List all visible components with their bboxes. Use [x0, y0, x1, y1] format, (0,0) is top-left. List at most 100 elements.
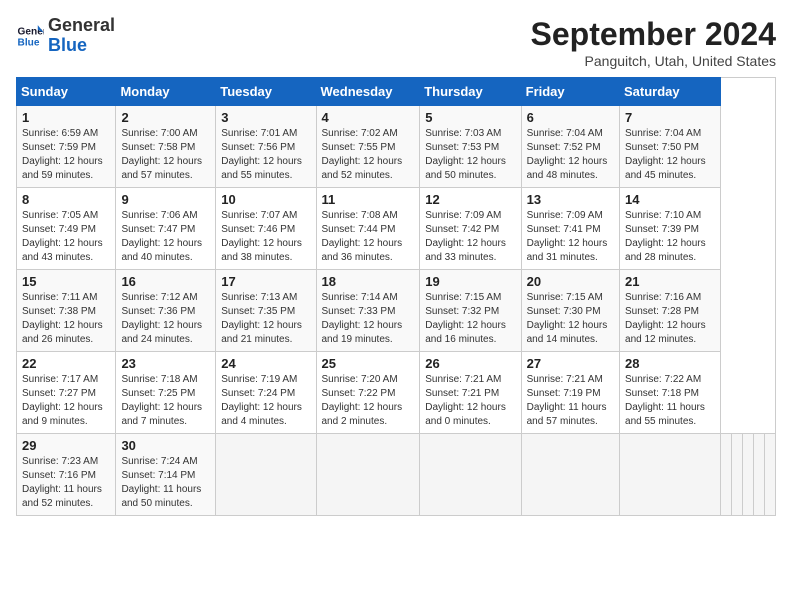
calendar-week-1: 1 Sunrise: 6:59 AM Sunset: 7:59 PM Dayli… [17, 106, 776, 188]
day-number: 28 [625, 356, 715, 371]
day-number: 10 [221, 192, 310, 207]
logo-icon: General Blue [16, 22, 44, 50]
day-info: Sunrise: 7:21 AM Sunset: 7:19 PM Dayligh… [527, 373, 614, 429]
day-info: Sunrise: 7:21 AM Sunset: 7:21 PM Dayligh… [425, 373, 515, 429]
day-number: 9 [121, 192, 210, 207]
table-row: 30 Sunrise: 7:24 AM Sunset: 7:14 PM Dayl… [116, 434, 216, 516]
day-info: Sunrise: 7:09 AM Sunset: 7:42 PM Dayligh… [425, 209, 515, 265]
day-number: 4 [322, 110, 415, 125]
table-row: 20 Sunrise: 7:15 AM Sunset: 7:30 PM Dayl… [521, 270, 619, 352]
table-row: 23 Sunrise: 7:18 AM Sunset: 7:25 PM Dayl… [116, 352, 216, 434]
empty-cell [742, 434, 753, 516]
header: General Blue General Blue September 2024… [16, 16, 776, 69]
table-row: 15 Sunrise: 7:11 AM Sunset: 7:38 PM Dayl… [17, 270, 116, 352]
table-row: 13 Sunrise: 7:09 AM Sunset: 7:41 PM Dayl… [521, 188, 619, 270]
table-row: 18 Sunrise: 7:14 AM Sunset: 7:33 PM Dayl… [316, 270, 420, 352]
title-area: September 2024 Panguitch, Utah, United S… [531, 16, 776, 69]
day-info: Sunrise: 7:15 AM Sunset: 7:30 PM Dayligh… [527, 291, 614, 347]
day-info: Sunrise: 7:05 AM Sunset: 7:49 PM Dayligh… [22, 209, 110, 265]
day-info: Sunrise: 7:17 AM Sunset: 7:27 PM Dayligh… [22, 373, 110, 429]
svg-text:Blue: Blue [18, 37, 40, 48]
day-number: 18 [322, 274, 415, 289]
empty-cell [720, 434, 731, 516]
day-info: Sunrise: 7:13 AM Sunset: 7:35 PM Dayligh… [221, 291, 310, 347]
calendar-week-3: 15 Sunrise: 7:11 AM Sunset: 7:38 PM Dayl… [17, 270, 776, 352]
table-row: 4 Sunrise: 7:02 AM Sunset: 7:55 PM Dayli… [316, 106, 420, 188]
table-row: 6 Sunrise: 7:04 AM Sunset: 7:52 PM Dayli… [521, 106, 619, 188]
table-row: 8 Sunrise: 7:05 AM Sunset: 7:49 PM Dayli… [17, 188, 116, 270]
weekday-header-row: Sunday Monday Tuesday Wednesday Thursday… [17, 78, 776, 106]
table-row: 16 Sunrise: 7:12 AM Sunset: 7:36 PM Dayl… [116, 270, 216, 352]
calendar-week-2: 8 Sunrise: 7:05 AM Sunset: 7:49 PM Dayli… [17, 188, 776, 270]
day-number: 27 [527, 356, 614, 371]
day-info: Sunrise: 7:02 AM Sunset: 7:55 PM Dayligh… [322, 127, 415, 183]
day-number: 29 [22, 438, 110, 453]
header-friday: Friday [521, 78, 619, 106]
day-number: 30 [121, 438, 210, 453]
day-info: Sunrise: 7:15 AM Sunset: 7:32 PM Dayligh… [425, 291, 515, 347]
empty-cell [731, 434, 742, 516]
calendar-title: September 2024 [531, 16, 776, 53]
header-saturday: Saturday [620, 78, 721, 106]
day-info: Sunrise: 7:03 AM Sunset: 7:53 PM Dayligh… [425, 127, 515, 183]
table-row: 21 Sunrise: 7:16 AM Sunset: 7:28 PM Dayl… [620, 270, 721, 352]
table-row: 25 Sunrise: 7:20 AM Sunset: 7:22 PM Dayl… [316, 352, 420, 434]
day-info: Sunrise: 7:22 AM Sunset: 7:18 PM Dayligh… [625, 373, 715, 429]
empty-cell [753, 434, 764, 516]
day-info: Sunrise: 7:18 AM Sunset: 7:25 PM Dayligh… [121, 373, 210, 429]
day-number: 21 [625, 274, 715, 289]
table-row: 14 Sunrise: 7:10 AM Sunset: 7:39 PM Dayl… [620, 188, 721, 270]
day-number: 5 [425, 110, 515, 125]
day-info: Sunrise: 7:09 AM Sunset: 7:41 PM Dayligh… [527, 209, 614, 265]
day-number: 6 [527, 110, 614, 125]
calendar-week-4: 22 Sunrise: 7:17 AM Sunset: 7:27 PM Dayl… [17, 352, 776, 434]
day-info: Sunrise: 7:19 AM Sunset: 7:24 PM Dayligh… [221, 373, 310, 429]
table-row [316, 434, 420, 516]
day-number: 12 [425, 192, 515, 207]
day-number: 22 [22, 356, 110, 371]
day-number: 7 [625, 110, 715, 125]
day-number: 16 [121, 274, 210, 289]
table-row: 9 Sunrise: 7:06 AM Sunset: 7:47 PM Dayli… [116, 188, 216, 270]
day-number: 1 [22, 110, 110, 125]
day-info: Sunrise: 7:10 AM Sunset: 7:39 PM Dayligh… [625, 209, 715, 265]
table-row: 27 Sunrise: 7:21 AM Sunset: 7:19 PM Dayl… [521, 352, 619, 434]
table-row: 28 Sunrise: 7:22 AM Sunset: 7:18 PM Dayl… [620, 352, 721, 434]
day-info: Sunrise: 7:12 AM Sunset: 7:36 PM Dayligh… [121, 291, 210, 347]
day-info: Sunrise: 7:20 AM Sunset: 7:22 PM Dayligh… [322, 373, 415, 429]
calendar-table: Sunday Monday Tuesday Wednesday Thursday… [16, 77, 776, 516]
day-info: Sunrise: 7:16 AM Sunset: 7:28 PM Dayligh… [625, 291, 715, 347]
header-monday: Monday [116, 78, 216, 106]
table-row: 11 Sunrise: 7:08 AM Sunset: 7:44 PM Dayl… [316, 188, 420, 270]
day-number: 20 [527, 274, 614, 289]
day-number: 24 [221, 356, 310, 371]
day-info: Sunrise: 7:14 AM Sunset: 7:33 PM Dayligh… [322, 291, 415, 347]
day-number: 14 [625, 192, 715, 207]
day-info: Sunrise: 7:01 AM Sunset: 7:56 PM Dayligh… [221, 127, 310, 183]
table-row [420, 434, 521, 516]
day-number: 8 [22, 192, 110, 207]
logo-text: General Blue [48, 16, 115, 56]
calendar-week-5: 29 Sunrise: 7:23 AM Sunset: 7:16 PM Dayl… [17, 434, 776, 516]
table-row [216, 434, 316, 516]
logo: General Blue General Blue [16, 16, 115, 56]
day-info: Sunrise: 7:07 AM Sunset: 7:46 PM Dayligh… [221, 209, 310, 265]
table-row: 19 Sunrise: 7:15 AM Sunset: 7:32 PM Dayl… [420, 270, 521, 352]
day-info: Sunrise: 7:04 AM Sunset: 7:50 PM Dayligh… [625, 127, 715, 183]
table-row: 1 Sunrise: 6:59 AM Sunset: 7:59 PM Dayli… [17, 106, 116, 188]
table-row: 3 Sunrise: 7:01 AM Sunset: 7:56 PM Dayli… [216, 106, 316, 188]
day-info: Sunrise: 7:24 AM Sunset: 7:14 PM Dayligh… [121, 455, 210, 511]
day-number: 11 [322, 192, 415, 207]
table-row [620, 434, 721, 516]
table-row: 5 Sunrise: 7:03 AM Sunset: 7:53 PM Dayli… [420, 106, 521, 188]
table-row: 24 Sunrise: 7:19 AM Sunset: 7:24 PM Dayl… [216, 352, 316, 434]
day-number: 19 [425, 274, 515, 289]
calendar-subtitle: Panguitch, Utah, United States [531, 53, 776, 69]
table-row: 12 Sunrise: 7:09 AM Sunset: 7:42 PM Dayl… [420, 188, 521, 270]
logo-line1: General [48, 16, 115, 36]
table-row: 17 Sunrise: 7:13 AM Sunset: 7:35 PM Dayl… [216, 270, 316, 352]
day-number: 17 [221, 274, 310, 289]
day-info: Sunrise: 6:59 AM Sunset: 7:59 PM Dayligh… [22, 127, 110, 183]
table-row: 29 Sunrise: 7:23 AM Sunset: 7:16 PM Dayl… [17, 434, 116, 516]
header-thursday: Thursday [420, 78, 521, 106]
